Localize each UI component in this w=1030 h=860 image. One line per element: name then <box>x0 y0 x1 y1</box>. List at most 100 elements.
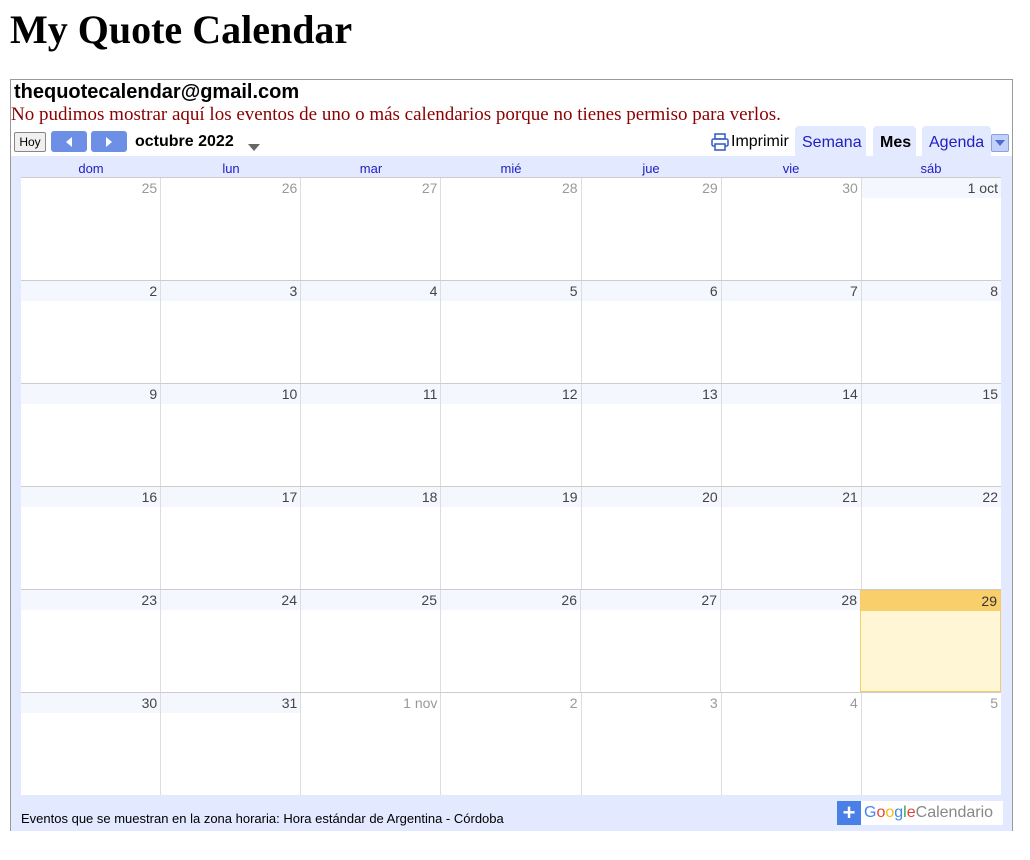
day-cell[interactable]: 16 <box>21 487 161 589</box>
today-button[interactable]: Hoy <box>14 132 46 152</box>
add-to-google-calendar-button[interactable]: + GoogleCalendario <box>837 801 1003 825</box>
caret-down-icon <box>995 140 1005 146</box>
day-cell[interactable]: 4 <box>720 693 861 795</box>
day-cell[interactable]: 5 <box>440 281 581 383</box>
next-month-button[interactable] <box>91 131 127 152</box>
day-cell[interactable]: 26 <box>440 590 580 692</box>
day-number[interactable]: 25 <box>301 590 440 610</box>
day-number[interactable]: 22 <box>861 487 1001 507</box>
day-cell[interactable]: 8 <box>860 281 1001 383</box>
day-cell[interactable]: 30 <box>21 693 161 795</box>
day-cell[interactable]: 31 <box>160 693 301 795</box>
day-of-week-label: mar <box>359 161 383 176</box>
day-number[interactable]: 3 <box>161 281 301 301</box>
day-cell[interactable]: 2 <box>440 693 581 795</box>
print-button[interactable]: Imprimir <box>711 133 789 151</box>
day-cell[interactable]: 10 <box>160 384 301 486</box>
day-number[interactable]: 4 <box>301 281 441 301</box>
day-cell[interactable]: 23 <box>21 590 160 692</box>
view-options-dropdown[interactable] <box>991 134 1009 152</box>
tab-month[interactable]: Mes <box>873 126 916 156</box>
day-number[interactable]: 14 <box>721 384 861 404</box>
day-number[interactable]: 19 <box>441 487 581 507</box>
day-number[interactable]: 9 <box>21 384 161 404</box>
day-number[interactable]: 27 <box>301 178 441 198</box>
previous-month-button[interactable] <box>51 131 87 152</box>
day-number[interactable]: 12 <box>441 384 581 404</box>
day-cell[interactable]: 17 <box>160 487 301 589</box>
day-cell[interactable]: 28 <box>720 590 860 692</box>
day-number[interactable]: 18 <box>301 487 441 507</box>
day-number[interactable]: 26 <box>441 590 580 610</box>
day-cell[interactable]: 1 nov <box>300 693 441 795</box>
day-number[interactable]: 25 <box>21 178 161 198</box>
day-cell[interactable]: 20 <box>580 487 721 589</box>
day-cell[interactable]: 6 <box>580 281 721 383</box>
day-number[interactable]: 15 <box>861 384 1001 404</box>
day-number[interactable]: 20 <box>581 487 721 507</box>
month-picker-dropdown[interactable] <box>248 138 260 156</box>
tab-agenda[interactable]: Agenda <box>922 126 991 156</box>
day-cell[interactable]: 13 <box>580 384 721 486</box>
day-number[interactable]: 28 <box>721 590 860 610</box>
calendar-embed: thequotecalendar@gmail.com No pudimos mo… <box>10 79 1013 831</box>
day-of-week-header: dom lun mar mié jue vie sáb <box>21 160 1001 178</box>
day-cell[interactable]: 22 <box>860 487 1001 589</box>
day-cell[interactable]: 30 <box>720 178 861 280</box>
day-number[interactable]: 16 <box>21 487 161 507</box>
day-cell[interactable]: 27 <box>580 590 720 692</box>
day-number[interactable]: 27 <box>581 590 720 610</box>
day-number[interactable]: 3 <box>581 693 721 713</box>
day-cell[interactable]: 2 <box>21 281 161 383</box>
tab-week[interactable]: Semana <box>795 126 866 156</box>
day-cell[interactable]: 4 <box>300 281 441 383</box>
day-number[interactable]: 2 <box>441 693 581 713</box>
day-cell[interactable]: 7 <box>720 281 861 383</box>
day-number[interactable]: 24 <box>161 590 300 610</box>
day-number[interactable]: 31 <box>161 693 301 713</box>
day-cell[interactable]: 18 <box>300 487 441 589</box>
day-number[interactable]: 30 <box>721 178 861 198</box>
day-cell[interactable]: 3 <box>580 693 721 795</box>
day-cell[interactable]: 14 <box>720 384 861 486</box>
day-number[interactable]: 29 <box>861 591 1000 611</box>
day-number[interactable]: 17 <box>161 487 301 507</box>
day-cell[interactable]: 12 <box>440 384 581 486</box>
day-cell[interactable]: 29 <box>580 178 721 280</box>
day-cell[interactable]: 5 <box>860 693 1001 795</box>
day-number[interactable]: 10 <box>161 384 301 404</box>
day-cell[interactable]: 19 <box>440 487 581 589</box>
day-number[interactable]: 7 <box>721 281 861 301</box>
day-cell[interactable]: 25 <box>300 590 440 692</box>
day-number[interactable]: 13 <box>581 384 721 404</box>
day-cell[interactable]: 1 oct <box>860 178 1001 280</box>
day-number[interactable]: 29 <box>581 178 721 198</box>
day-number[interactable]: 6 <box>581 281 721 301</box>
day-cell[interactable]: 28 <box>440 178 581 280</box>
day-number[interactable]: 11 <box>301 384 441 404</box>
day-cell[interactable]: 21 <box>720 487 861 589</box>
day-cell[interactable]: 25 <box>21 178 161 280</box>
day-cell[interactable]: 24 <box>160 590 300 692</box>
day-number[interactable]: 1 nov <box>301 693 441 713</box>
day-number[interactable]: 30 <box>21 693 161 713</box>
day-number[interactable]: 23 <box>21 590 160 610</box>
day-cell-today[interactable]: 29 <box>860 590 1001 692</box>
day-cell[interactable]: 3 <box>160 281 301 383</box>
week-row: 25 26 27 28 29 30 1 oct <box>21 177 1001 280</box>
day-number[interactable]: 28 <box>441 178 581 198</box>
caret-down-icon <box>248 144 260 151</box>
day-cell[interactable]: 11 <box>300 384 441 486</box>
day-cell[interactable]: 26 <box>160 178 301 280</box>
day-number[interactable]: 4 <box>721 693 861 713</box>
day-number[interactable]: 8 <box>861 281 1001 301</box>
day-number[interactable]: 1 oct <box>861 178 1001 198</box>
day-number[interactable]: 5 <box>861 693 1001 713</box>
day-cell[interactable]: 15 <box>860 384 1001 486</box>
day-cell[interactable]: 27 <box>300 178 441 280</box>
day-number[interactable]: 5 <box>441 281 581 301</box>
day-cell[interactable]: 9 <box>21 384 161 486</box>
day-number[interactable]: 2 <box>21 281 161 301</box>
day-number[interactable]: 26 <box>161 178 301 198</box>
day-number[interactable]: 21 <box>721 487 861 507</box>
